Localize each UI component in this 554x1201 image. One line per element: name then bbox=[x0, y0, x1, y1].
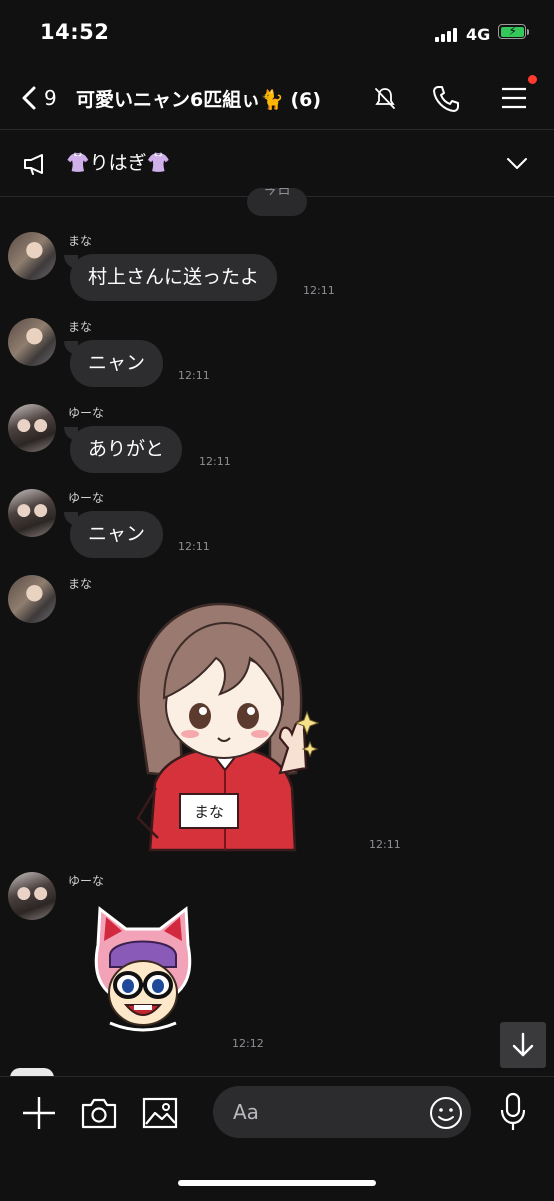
avatar[interactable] bbox=[8, 232, 56, 280]
sender-name: ゆーな bbox=[68, 491, 105, 505]
chevron-left-icon[interactable] bbox=[16, 84, 44, 112]
home-indicator bbox=[178, 1180, 376, 1186]
mute-icon bbox=[375, 88, 395, 109]
date-divider: 今日 bbox=[247, 188, 307, 216]
hamburger-menu-icon[interactable] bbox=[500, 86, 528, 110]
camera-icon[interactable] bbox=[80, 1096, 118, 1130]
avatar[interactable] bbox=[8, 575, 56, 623]
sender-name: ゆーな bbox=[68, 874, 105, 888]
cellular-signal-icon bbox=[435, 27, 457, 42]
sender-name: まな bbox=[68, 577, 93, 591]
cat-hood-girl-sticker[interactable] bbox=[90, 905, 196, 1037]
message-time: 12:11 bbox=[178, 540, 210, 553]
avatar[interactable] bbox=[8, 318, 56, 366]
battery-icon: ⚡ bbox=[498, 24, 526, 39]
notification-dot bbox=[528, 75, 537, 84]
sticker-name-tag: まな bbox=[194, 803, 224, 821]
back-unread-count[interactable]: 9 bbox=[44, 86, 57, 110]
announcement-text[interactable]: 👚りはぎ👚 bbox=[66, 148, 170, 175]
network-type: 4G bbox=[466, 25, 491, 44]
avatar[interactable] bbox=[8, 489, 56, 537]
battery-tip bbox=[527, 29, 529, 35]
avatar[interactable] bbox=[8, 872, 56, 920]
header-divider bbox=[0, 129, 554, 130]
chevron-down-icon[interactable] bbox=[505, 154, 529, 172]
plus-icon[interactable] bbox=[20, 1094, 58, 1132]
sender-name: まな bbox=[68, 320, 93, 334]
message-time: 12:11 bbox=[178, 369, 210, 382]
message-bubble[interactable]: 村上さんに送ったよ bbox=[70, 254, 278, 301]
arrow-down-icon bbox=[512, 1032, 534, 1057]
sender-name: まな bbox=[68, 234, 93, 248]
girl-thumbs-up-sticker[interactable]: まな bbox=[120, 598, 330, 858]
chat-title[interactable]: 可愛いニャン6匹組ぃ🐈 (6) bbox=[76, 85, 321, 112]
message-time: 12:12 bbox=[232, 1037, 264, 1050]
message-bubble[interactable]: ニャン bbox=[70, 340, 164, 387]
phone-icon[interactable] bbox=[430, 83, 462, 115]
emoji-icon[interactable] bbox=[429, 1096, 463, 1130]
message-bubble[interactable]: ありがと bbox=[70, 426, 183, 473]
status-time: 14:52 bbox=[40, 20, 110, 44]
message-bubble[interactable]: ニャン bbox=[70, 511, 164, 558]
scroll-to-bottom-button[interactable] bbox=[500, 1022, 546, 1068]
avatar[interactable] bbox=[8, 404, 56, 452]
image-icon[interactable] bbox=[142, 1097, 178, 1129]
sender-name: ゆーな bbox=[68, 406, 105, 420]
message-time: 12:11 bbox=[303, 284, 335, 297]
microphone-icon[interactable] bbox=[498, 1092, 528, 1132]
message-time: 12:11 bbox=[199, 455, 231, 468]
megaphone-icon[interactable] bbox=[22, 152, 48, 176]
message-time: 12:11 bbox=[369, 838, 401, 851]
